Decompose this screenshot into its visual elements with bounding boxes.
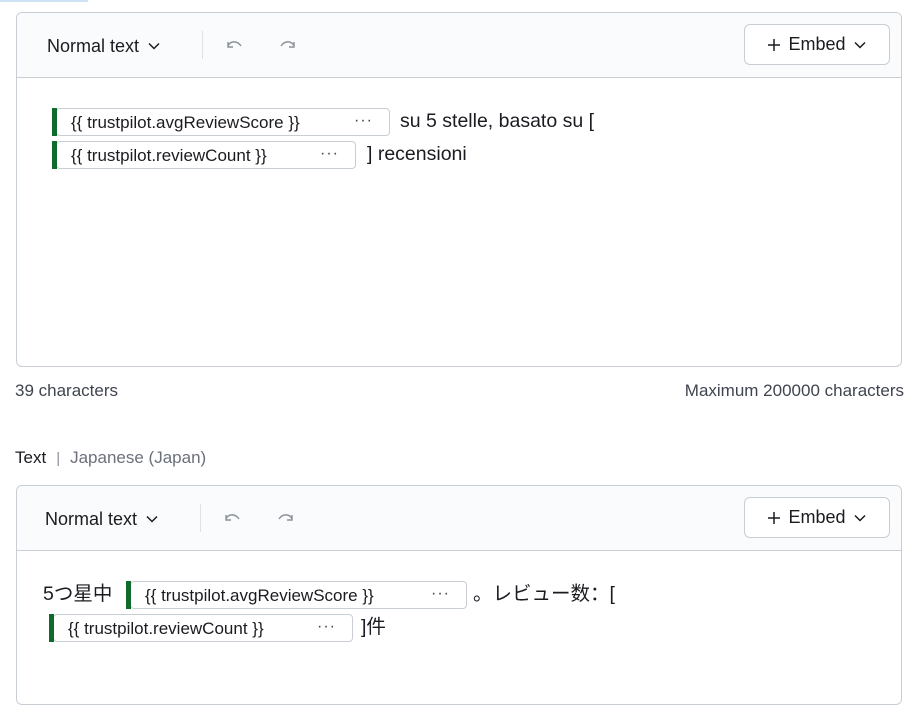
embed-button[interactable]: Embed <box>744 497 890 538</box>
plus-icon <box>768 38 781 51</box>
toolbar-divider <box>202 31 203 59</box>
rich-text-editor-italian[interactable]: Normal text Embed {{ trustpilot.avgRevie… <box>16 12 902 367</box>
content-line: 5つ星中 {{ trustpilot.avgReviewScore }} ···… <box>43 578 881 611</box>
content-line: {{ trustpilot.avgReviewScore }} ··· su 5… <box>51 105 881 138</box>
content-line: {{ trustpilot.reviewCount }} ··· ] recen… <box>51 138 881 171</box>
chip-menu-icon[interactable]: ··· <box>354 109 373 135</box>
content-text: ] recensioni <box>367 143 467 165</box>
chevron-down-icon <box>148 42 160 50</box>
variable-chip-avg-review-score[interactable]: {{ trustpilot.avgReviewScore }} ··· <box>52 108 390 136</box>
chip-menu-icon[interactable]: ··· <box>431 582 450 608</box>
variable-chip-text: {{ trustpilot.reviewCount }} <box>68 618 264 638</box>
redo-button[interactable] <box>276 509 296 527</box>
editor-toolbar: Normal text Embed <box>17 13 901 78</box>
variable-chip-review-count[interactable]: {{ trustpilot.reviewCount }} ··· <box>52 141 356 169</box>
redo-button[interactable] <box>278 36 298 54</box>
embed-label: Embed <box>788 507 846 527</box>
embed-label: Embed <box>788 34 846 54</box>
text-format-label: Normal text <box>47 35 140 56</box>
section-label: Text | Japanese (Japan) <box>15 448 206 468</box>
label-separator: | <box>56 449 61 467</box>
top-accent-bar <box>0 0 88 2</box>
content-text: 。レビュー数：[ <box>473 583 615 605</box>
embed-button[interactable]: Embed <box>744 24 890 65</box>
plus-icon <box>768 511 781 524</box>
undo-button[interactable] <box>224 36 244 54</box>
max-character-count: Maximum 200000 characters <box>684 381 904 400</box>
text-format-label: Normal text <box>45 508 138 529</box>
content-text: su 5 stelle, basato su [ <box>400 110 595 132</box>
variable-chip-text: {{ trustpilot.avgReviewScore }} <box>71 112 300 132</box>
editor-toolbar: Normal text Embed <box>17 486 901 551</box>
chevron-down-icon <box>146 515 158 523</box>
chevron-down-icon <box>853 514 866 522</box>
character-count: 39 characters <box>15 381 118 400</box>
undo-icon <box>227 41 242 48</box>
rich-text-editor-japanese[interactable]: Normal text Embed 5つ星中 {{ trustpilot.avg… <box>16 485 902 705</box>
redo-icon <box>278 514 293 521</box>
text-format-dropdown[interactable]: Normal text <box>47 34 161 58</box>
content-line: {{ trustpilot.reviewCount }} ··· ]件 <box>43 611 881 644</box>
language-label: Japanese (Japan) <box>70 448 207 467</box>
content-text: ]件 <box>361 616 386 638</box>
editor-content[interactable]: {{ trustpilot.avgReviewScore }} ··· su 5… <box>51 105 881 171</box>
variable-chip-avg-review-score[interactable]: {{ trustpilot.avgReviewScore }} ··· <box>126 581 467 609</box>
undo-button[interactable] <box>222 509 242 527</box>
editor-content[interactable]: 5つ星中 {{ trustpilot.avgReviewScore }} ···… <box>43 578 881 644</box>
undo-icon <box>225 514 240 521</box>
variable-chip-text: {{ trustpilot.avgReviewScore }} <box>145 585 374 605</box>
redo-icon <box>280 41 295 48</box>
variable-chip-text: {{ trustpilot.reviewCount }} <box>71 145 267 165</box>
variable-chip-review-count[interactable]: {{ trustpilot.reviewCount }} ··· <box>49 614 353 642</box>
content-text: 5つ星中 <box>43 583 113 605</box>
chevron-down-icon <box>853 41 866 49</box>
chip-menu-icon[interactable]: ··· <box>317 615 336 641</box>
section-title: Text <box>15 448 47 467</box>
chip-menu-icon[interactable]: ··· <box>320 142 339 168</box>
toolbar-divider <box>200 504 201 532</box>
text-format-dropdown[interactable]: Normal text <box>45 507 159 531</box>
